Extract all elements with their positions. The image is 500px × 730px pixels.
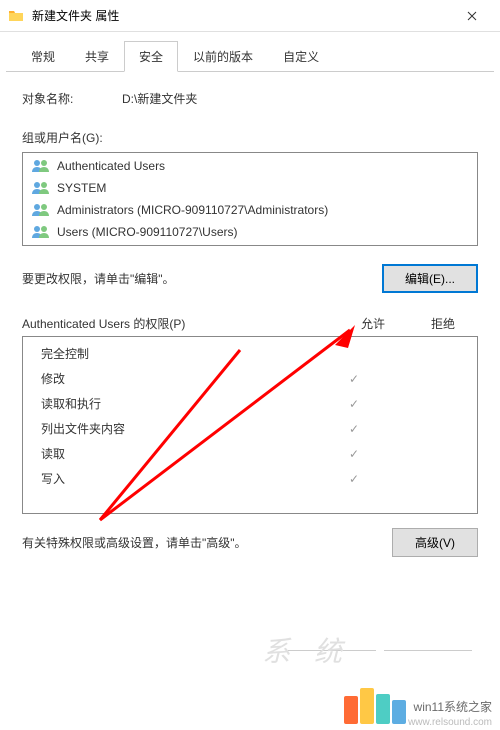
watermark-text: win11系统之家	[414, 698, 492, 715]
permissions-header: Authenticated Users 的权限(P) 允许 拒绝	[22, 315, 478, 332]
watermark-logo	[344, 688, 408, 724]
folder-icon	[8, 8, 24, 24]
permission-name: 读取	[41, 445, 319, 462]
allow-column-label: 允许	[338, 315, 408, 332]
permission-name: 完全控制	[41, 345, 319, 362]
object-name-label: 对象名称:	[22, 90, 122, 107]
allow-cell: ✓	[319, 397, 389, 411]
content-area: 对象名称: D:\新建文件夹 组或用户名(G): Authenticated U…	[0, 72, 500, 591]
users-icon	[31, 224, 51, 240]
allow-cell: ✓	[319, 472, 389, 486]
deny-column-label: 拒绝	[408, 315, 478, 332]
users-icon	[31, 202, 51, 218]
list-item-label: Authenticated Users	[57, 159, 165, 173]
list-item[interactable]: Authenticated Users	[25, 155, 475, 177]
permission-row: 完全控制	[23, 341, 477, 366]
edit-row: 要更改权限，请单击"编辑"。 编辑(E)...	[22, 264, 478, 293]
watermark-faded: 系 统	[262, 630, 350, 670]
window-title: 新建文件夹 属性	[32, 7, 452, 24]
edit-hint-text: 要更改权限，请单击"编辑"。	[22, 270, 175, 287]
permissions-listbox: 完全控制 修改 ✓ 读取和执行 ✓ 列出文件夹内容 ✓ 读取 ✓ 写入 ✓	[22, 336, 478, 514]
advanced-button[interactable]: 高级(V)	[392, 528, 478, 557]
cancel-button-ghost[interactable]	[384, 650, 472, 672]
users-icon	[31, 158, 51, 174]
permission-name: 写入	[41, 470, 319, 487]
permission-name: 修改	[41, 370, 319, 387]
tab-customize[interactable]: 自定义	[268, 41, 334, 72]
groups-listbox[interactable]: Authenticated Users SYSTEM Administrator…	[22, 152, 478, 246]
list-item[interactable]: SYSTEM	[25, 177, 475, 199]
tab-sharing[interactable]: 共享	[70, 41, 124, 72]
users-icon	[31, 180, 51, 196]
allow-cell: ✓	[319, 372, 389, 386]
permissions-header-label: Authenticated Users 的权限(P)	[22, 315, 338, 332]
object-name-value: D:\新建文件夹	[122, 90, 478, 107]
tab-strip: 常规 共享 安全 以前的版本 自定义	[6, 32, 494, 72]
object-name-row: 对象名称: D:\新建文件夹	[22, 90, 478, 107]
allow-cell: ✓	[319, 447, 389, 461]
tab-previous-versions[interactable]: 以前的版本	[178, 41, 268, 72]
advanced-hint-text: 有关特殊权限或高级设置，请单击"高级"。	[22, 534, 247, 551]
advanced-row: 有关特殊权限或高级设置，请单击"高级"。 高级(V)	[22, 528, 478, 557]
permission-row: 写入 ✓	[23, 466, 477, 491]
list-item[interactable]: Administrators (MICRO-909110727\Administ…	[25, 199, 475, 221]
permission-name: 读取和执行	[41, 395, 319, 412]
tab-general[interactable]: 常规	[16, 41, 70, 72]
permission-row: 读取和执行 ✓	[23, 391, 477, 416]
permission-row: 列出文件夹内容 ✓	[23, 416, 477, 441]
titlebar: 新建文件夹 属性	[0, 0, 500, 32]
list-item-label: Administrators (MICRO-909110727\Administ…	[57, 203, 328, 217]
groups-label: 组或用户名(G):	[22, 129, 478, 146]
permission-name: 列出文件夹内容	[41, 420, 319, 437]
list-item-label: Users (MICRO-909110727\Users)	[57, 225, 238, 239]
permission-row: 读取 ✓	[23, 441, 477, 466]
permission-row: 修改 ✓	[23, 366, 477, 391]
watermark-url: www.relsound.com	[408, 717, 492, 728]
edit-button[interactable]: 编辑(E)...	[382, 264, 478, 293]
allow-cell: ✓	[319, 422, 389, 436]
close-button[interactable]	[452, 0, 492, 32]
list-item-label: SYSTEM	[57, 181, 106, 195]
list-item[interactable]: Users (MICRO-909110727\Users)	[25, 221, 475, 243]
tab-security[interactable]: 安全	[124, 41, 178, 72]
